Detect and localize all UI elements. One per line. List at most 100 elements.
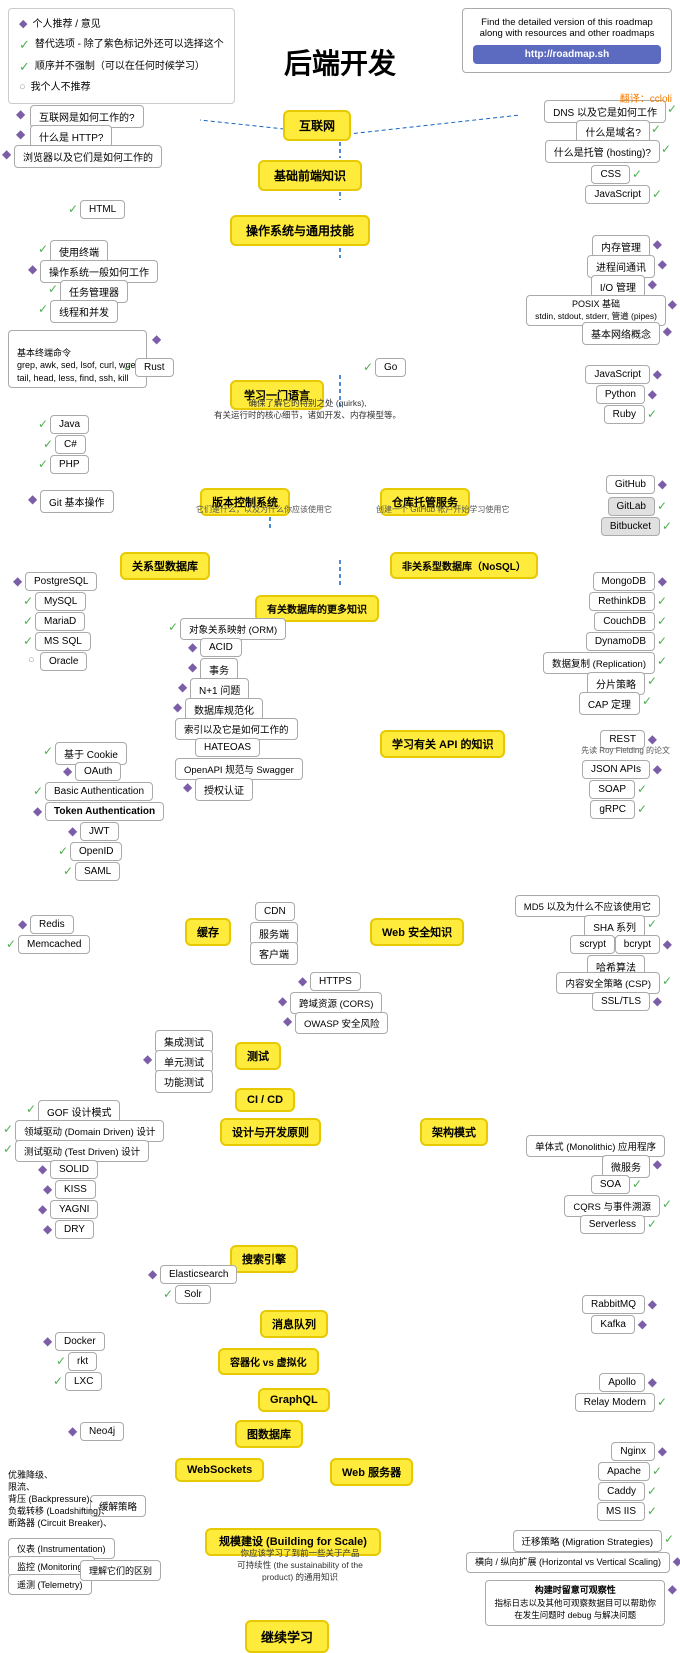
node-message-queue: 消息队列 — [260, 1310, 328, 1338]
icon-check-bitbucket: ✓ — [662, 519, 672, 533]
item-monolithic: 单体式 (Monolithic) 应用程序 — [526, 1135, 665, 1157]
item-oauth: OAuth — [75, 762, 121, 781]
icon-check-basic-auth: ✓ — [33, 784, 43, 798]
icon-check-mariad: ✓ — [23, 614, 33, 628]
item-ruby: Ruby — [604, 405, 645, 424]
rest-note: 先读 Roy Fielding 的论文 — [581, 745, 670, 756]
icon-check-php: ✓ — [38, 457, 48, 471]
item-postgresql: PostgreSQL — [25, 572, 97, 591]
icon-check-mysql: ✓ — [23, 594, 33, 608]
item-soap: SOAP — [589, 780, 635, 799]
icon-check-cap: ✓ — [642, 694, 652, 708]
icon-check-replication: ✓ — [657, 654, 667, 668]
item-indexes: 索引以及它是如何工作的 — [175, 718, 298, 740]
item-kafka: Kafka — [591, 1315, 635, 1334]
item-csp: 内容安全策略 (CSP) — [556, 972, 660, 994]
node-web-security: Web 安全知识 — [370, 918, 464, 946]
icon-purple-https: ◆ — [298, 974, 307, 988]
item-cors: 跨域资源 (CORS) — [290, 992, 382, 1014]
item-cqrs: CQRS 与事件溯源 — [564, 1195, 660, 1217]
icon-check-ddd: ✓ — [3, 1122, 13, 1136]
item-openapi: OpenAPI 规范与 Swagger — [175, 758, 303, 780]
icon-check-cookie: ✓ — [43, 744, 53, 758]
item-github: GitHub — [606, 475, 655, 494]
icon-purple-bcrypt: ◆ — [663, 937, 672, 951]
icon-purple-json-apis: ◆ — [653, 762, 662, 776]
roadmap-url[interactable]: http://roadmap.sh — [473, 45, 661, 64]
icon-purple-kafka: ◆ — [638, 1317, 647, 1331]
item-threads: 线程和并发 — [50, 300, 118, 323]
icon-purple-kiss: ◆ — [43, 1182, 52, 1196]
icon-check-csp: ✓ — [662, 974, 672, 988]
item-serverless: Serverless — [580, 1215, 645, 1234]
item-token-auth: Token Authentication — [45, 802, 164, 821]
item-html: HTML — [80, 200, 125, 219]
item-neo4j: Neo4j — [80, 1422, 124, 1441]
icon-purple-apollo: ◆ — [648, 1375, 657, 1389]
icon-check-ruby: ✓ — [647, 407, 657, 421]
item-php: PHP — [50, 455, 89, 474]
icon-check-apache: ✓ — [652, 1464, 662, 1478]
icon-check-css: ✓ — [632, 167, 642, 181]
icon-check-internet1: ◆ — [16, 107, 25, 121]
item-observability: 构建时留意可观察性 指标日志以及其他可观察数据目可以帮助你在发生问题时 debu… — [485, 1580, 665, 1626]
item-rust: Rust — [135, 358, 174, 377]
icon-check-html: ✓ — [68, 202, 78, 216]
item-hateoas: HATEOAS — [195, 738, 260, 757]
item-csharp: C# — [55, 435, 86, 454]
item-hosting: 什么是托管 (hosting)? — [545, 140, 660, 163]
item-docker: Docker — [55, 1332, 105, 1351]
item-auth-api: 授权认证 — [195, 778, 253, 801]
node-graphql: GraphQL — [258, 1388, 330, 1412]
node-basic-frontend: 基础前端知识 — [258, 160, 362, 191]
icon-check-rust: ✓ — [123, 360, 133, 374]
icon-purple-pg: ◆ — [13, 574, 22, 588]
icon-purple-jwt: ◆ — [68, 824, 77, 838]
icon-check-orm: ✓ — [168, 620, 178, 634]
icon-check-msiis: ✓ — [647, 1504, 657, 1518]
icon-purple-redis: ◆ — [18, 917, 27, 931]
item-rabbitmq: RabbitMQ — [582, 1295, 645, 1314]
item-domain-driven: 领域驱动 (Domain Driven) 设计 — [15, 1120, 164, 1142]
scale-note: 你应该学习了到前一些关于产品可持续性 (the sustainability o… — [200, 1548, 400, 1584]
icon-check-sharding: ✓ — [647, 674, 657, 688]
icon-check-openid: ✓ — [58, 844, 68, 858]
item-bcrypt: bcrypt — [615, 935, 660, 954]
item-apache: Apache — [598, 1462, 650, 1481]
icon-purple-network: ◆ — [663, 324, 672, 338]
node-caching: 缓存 — [185, 918, 231, 946]
item-networking: 基本网络概念 — [582, 322, 660, 345]
item-rethinkdb: RethinkDB — [589, 592, 655, 611]
icon-check-rkt: ✓ — [56, 1354, 66, 1368]
icon-check-serverless: ✓ — [647, 1217, 657, 1231]
icon-check-relay: ✓ — [657, 1395, 667, 1409]
node-cicd: CI / CD — [235, 1088, 295, 1112]
icon-purple-dry: ◆ — [43, 1222, 52, 1236]
item-gitlab: GitLab — [608, 497, 655, 516]
icon-purple-auth: ◆ — [183, 780, 192, 794]
node-relational-db: 关系型数据库 — [120, 552, 210, 580]
legend-item-optional: ✓ 替代选项 - 除了紫色标记外还可以选择这个 — [19, 34, 224, 56]
icon-purple-micro: ◆ — [653, 1157, 662, 1171]
icon-check-caddy: ✓ — [647, 1484, 657, 1498]
icon-check-cqrs: ✓ — [662, 1197, 672, 1211]
item-func-test: 功能测试 — [155, 1070, 213, 1093]
icon-purple-memory: ◆ — [653, 237, 662, 251]
item-acid: ACID — [200, 638, 242, 657]
icon-check-sha: ✓ — [647, 917, 657, 931]
translator: 翻译：ccloli — [620, 90, 672, 105]
icon-purple-elastic: ◆ — [148, 1267, 157, 1281]
item-basic-auth: Basic Authentication — [45, 782, 153, 801]
icon-purple-observability: ◆ — [668, 1582, 677, 1596]
icon-purple-ipc: ◆ — [658, 257, 667, 271]
node-web-server: Web 服务器 — [330, 1458, 413, 1486]
icon-check-soap: ✓ — [637, 782, 647, 796]
item-soa: SOA — [591, 1175, 630, 1194]
node-learn-api: 学习有关 API 的知识 — [380, 730, 505, 758]
item-javascript-fe: JavaScript — [585, 185, 650, 204]
item-browser-works: 浏览器以及它们是如何工作的 — [14, 145, 162, 168]
icon-check-task: ✓ — [48, 282, 58, 296]
icon-check-browser: ◆ — [2, 147, 11, 161]
item-yagni: YAGNI — [50, 1200, 98, 1219]
item-orm: 对象关系映射 (ORM) — [180, 618, 286, 640]
